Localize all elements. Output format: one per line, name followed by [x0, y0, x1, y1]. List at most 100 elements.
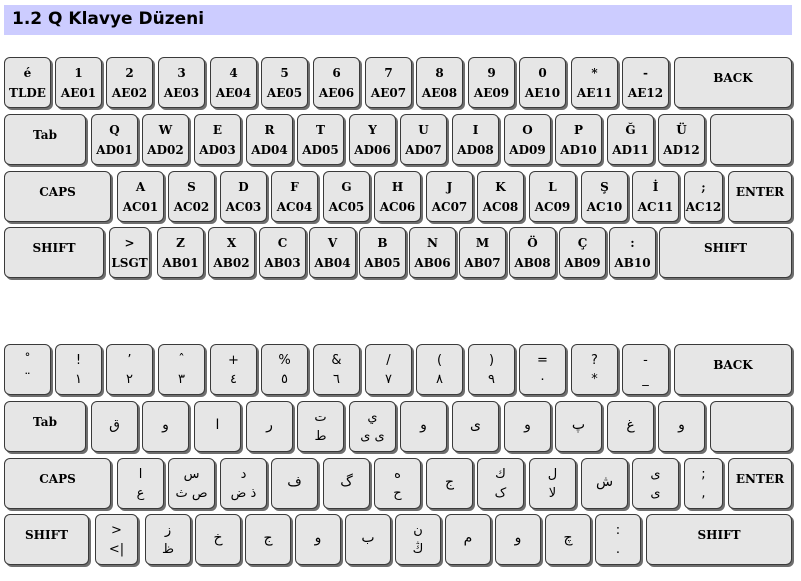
key-r4-6[interactable]: و	[295, 514, 341, 565]
ac07-key[interactable]: J AC07	[426, 171, 473, 222]
ad07-key[interactable]: U AD07	[400, 114, 447, 165]
ad12-key[interactable]: Ü AD12	[658, 114, 705, 165]
key-r3-3[interactable]: س ص ث	[168, 458, 215, 509]
ab05-key[interactable]: B AB05	[359, 227, 406, 278]
key-r3-6[interactable]: گ	[323, 458, 370, 509]
ad04-key[interactable]: R AD04	[246, 114, 293, 165]
tab-key[interactable]: Tab	[4, 114, 86, 165]
back-key[interactable]: BACK	[674, 57, 792, 108]
key-r4-11[interactable]: چ	[545, 514, 591, 565]
key-r3-4[interactable]: د ذ ض	[220, 458, 267, 509]
enter-key[interactable]: ENTER	[728, 171, 792, 222]
ac06-key[interactable]: H AC06	[374, 171, 421, 222]
key-r4-2[interactable]: > <|	[95, 514, 138, 565]
ad11-key[interactable]: Ğ AD11	[607, 114, 654, 165]
key-r3-11[interactable]: ش	[581, 458, 628, 509]
key-r2-5[interactable]: ر	[246, 401, 293, 452]
key-r3-7[interactable]: هح	[374, 458, 421, 509]
key-r2-10[interactable]: و	[504, 401, 551, 452]
key-r1-1[interactable]: ˚ ¨	[4, 344, 51, 395]
ad03-key[interactable]: E AD03	[194, 114, 241, 165]
key-r4-7[interactable]: ب	[345, 514, 391, 565]
key-r2-2[interactable]: ق	[91, 401, 138, 452]
key-r2-9[interactable]: ى	[452, 401, 499, 452]
key-r3-2[interactable]: اع	[117, 458, 164, 509]
ae04-key[interactable]: 4 AE04	[210, 57, 257, 108]
key-r3-9[interactable]: كک	[477, 458, 524, 509]
key-r1-11[interactable]: = ٠	[519, 344, 566, 395]
ac09-key[interactable]: L AC09	[529, 171, 576, 222]
back-key[interactable]: BACK	[674, 344, 792, 395]
ae03-key[interactable]: 3 AE03	[158, 57, 205, 108]
key-r1-13[interactable]: - _	[622, 344, 669, 395]
key-r1-9[interactable]: (٨	[416, 344, 463, 395]
key-r2-4[interactable]: ا	[194, 401, 241, 452]
key-r2-11[interactable]: پ	[555, 401, 602, 452]
key-r1-5[interactable]: +٤	[210, 344, 257, 395]
key-r3-12[interactable]: ىى	[632, 458, 679, 509]
ab06-key[interactable]: N AB06	[409, 227, 456, 278]
key-r2-14[interactable]	[710, 401, 792, 452]
ab10-key[interactable]: : AB10	[609, 227, 656, 278]
key-r2-13[interactable]: و	[658, 401, 705, 452]
key-r2-8[interactable]: و	[400, 401, 447, 452]
ae09-key[interactable]: 9 AE09	[468, 57, 515, 108]
key-r2-6[interactable]: تط	[297, 401, 344, 452]
ab08-key[interactable]: Ö AB08	[509, 227, 556, 278]
key-r1-3[interactable]: ’ ٢	[106, 344, 153, 395]
key-r3-8[interactable]: ج	[426, 458, 473, 509]
key-r3-10[interactable]: ل لا	[529, 458, 576, 509]
key-r2-7[interactable]: ي ى ى	[349, 401, 396, 452]
tlde-key[interactable]: é TLDE	[4, 57, 51, 108]
tab-key[interactable]: Tab	[4, 401, 86, 452]
ac08-key[interactable]: K AC08	[477, 171, 524, 222]
key-r1-8[interactable]: /٧	[365, 344, 412, 395]
ac04-key[interactable]: F AC04	[271, 171, 318, 222]
ad09-key[interactable]: O AD09	[504, 114, 551, 165]
lsgt-key[interactable]: > LSGT	[109, 227, 150, 278]
ab02-key[interactable]: X AB02	[208, 227, 255, 278]
ac01-key[interactable]: A AC01	[117, 171, 164, 222]
key-r2-3[interactable]: و	[142, 401, 189, 452]
key-r1-4[interactable]: ˆ٣	[158, 344, 205, 395]
key-r2-12[interactable]: غ	[607, 401, 654, 452]
ab09-key[interactable]: Ç AB09	[559, 227, 606, 278]
ac10-key[interactable]: Ş AC10	[581, 171, 628, 222]
shift-key[interactable]: SHIFT	[4, 227, 104, 278]
ae08-key[interactable]: 8 AE08	[416, 57, 463, 108]
ac05-key[interactable]: G AC05	[323, 171, 370, 222]
ac02-key[interactable]: S AC02	[168, 171, 215, 222]
ab04-key[interactable]: V AB04	[309, 227, 356, 278]
ac12-key[interactable]: ; AC12	[684, 171, 723, 222]
ae07-key[interactable]: 7 AE07	[365, 57, 412, 108]
ae10-key[interactable]: 0 AE10	[519, 57, 566, 108]
key-r1-2[interactable]: ! ١	[55, 344, 102, 395]
key-r4-5[interactable]: ج	[245, 514, 291, 565]
key-r4-12[interactable]: :.	[595, 514, 641, 565]
shift-key[interactable]: SHIFT	[659, 227, 792, 278]
key-r1-10[interactable]: ) ٩	[468, 344, 515, 395]
key-r2-14[interactable]	[710, 114, 792, 165]
enter-key[interactable]: ENTER	[728, 458, 792, 509]
ad10-key[interactable]: P AD10	[555, 114, 602, 165]
ab01-key[interactable]: Z AB01	[157, 227, 204, 278]
ad02-key[interactable]: W AD02	[142, 114, 189, 165]
ae05-key[interactable]: 5 AE05	[261, 57, 308, 108]
ae02-key[interactable]: 2 AE02	[106, 57, 153, 108]
key-r4-4[interactable]: خ	[195, 514, 241, 565]
shift-key[interactable]: SHIFT	[4, 514, 89, 565]
ad01-key[interactable]: Q AD01	[91, 114, 138, 165]
key-r3-13[interactable]: ;,	[684, 458, 723, 509]
ad06-key[interactable]: Y AD06	[349, 114, 396, 165]
ac03-key[interactable]: D AC03	[220, 171, 267, 222]
caps-key[interactable]: CAPS	[4, 458, 111, 509]
key-r4-9[interactable]: م	[445, 514, 491, 565]
ae01-key[interactable]: 1 AE01	[55, 57, 102, 108]
ab07-key[interactable]: M AB07	[459, 227, 506, 278]
shift-key[interactable]: SHIFT	[646, 514, 792, 565]
ab03-key[interactable]: C AB03	[259, 227, 306, 278]
ae11-key[interactable]: * AE11	[571, 57, 618, 108]
ac11-key[interactable]: İ AC11	[632, 171, 679, 222]
key-r4-3[interactable]: زظ	[145, 514, 191, 565]
key-r4-8[interactable]: نڭ	[395, 514, 441, 565]
